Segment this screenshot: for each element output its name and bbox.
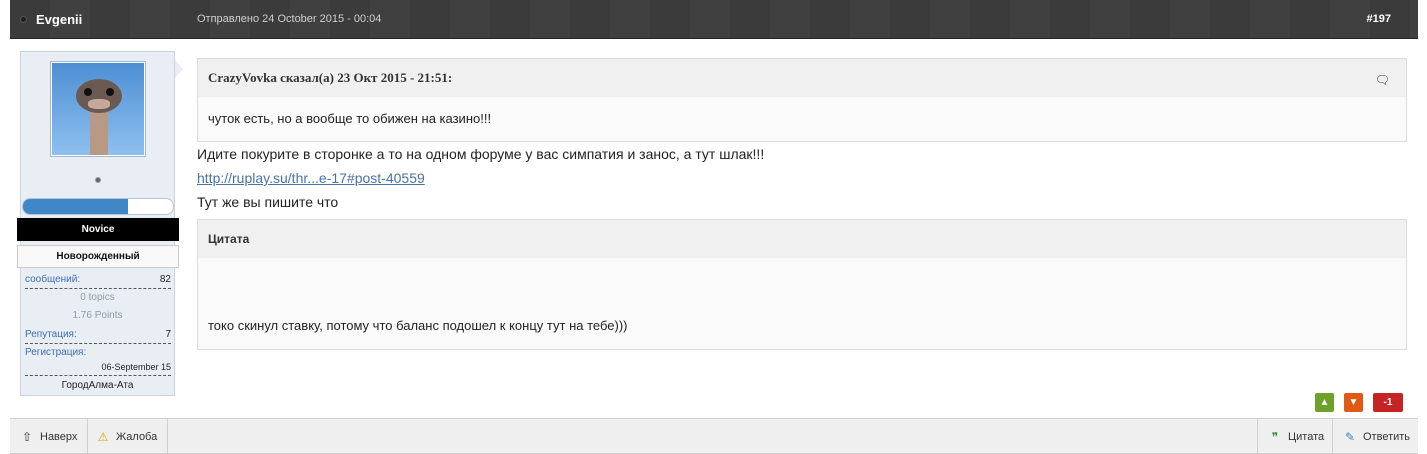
report-button[interactable]: ⚠ Жалоба bbox=[86, 419, 169, 454]
quote-icon: ❞ bbox=[1271, 429, 1279, 444]
view-quote-icon[interactable]: 🗨 bbox=[1375, 73, 1390, 87]
user-city: ГородАлма-Ата bbox=[61, 380, 134, 391]
quote-body: токо скинул ставку, потому что баланс по… bbox=[198, 258, 1406, 349]
stat-topics: 0 topics bbox=[80, 292, 115, 303]
post-footer: ⇧ Наверх ⚠ Жалоба ❞ Цитата ✎ Ответить bbox=[10, 418, 1418, 454]
arrow-up-icon: ⇧ bbox=[21, 429, 33, 444]
stat-reputation: Репутация: 7 bbox=[25, 326, 171, 344]
avatar-eye bbox=[84, 88, 92, 96]
stat-messages-value: 82 bbox=[159, 274, 171, 285]
vote-score: -1 bbox=[1373, 393, 1403, 412]
user-rank: Novice bbox=[17, 218, 179, 241]
post-text-line: Тут же вы пишите что bbox=[197, 194, 339, 210]
quote-header: Цитата bbox=[198, 220, 1406, 258]
avatar-image bbox=[52, 63, 144, 155]
vote-down-button[interactable]: ▼ bbox=[1344, 393, 1363, 412]
vote-up-button[interactable]: ▲ bbox=[1315, 393, 1334, 412]
quote-header: CrazyVovka сказал(а) 23 Окт 2015 - 21:51… bbox=[198, 59, 1406, 97]
post-link[interactable]: http://ruplay.su/thr...e-17#post-40559 bbox=[197, 170, 425, 186]
quote-block: CrazyVovka сказал(а) 23 Окт 2015 - 21:51… bbox=[197, 58, 1407, 142]
post-date: Отправлено 24 October 2015 - 00:04 bbox=[197, 13, 382, 25]
panel-arrow bbox=[175, 60, 183, 78]
avatar-eye bbox=[106, 88, 114, 96]
report-label: Жалоба bbox=[116, 430, 158, 443]
reply-label: Ответить bbox=[1363, 430, 1411, 443]
reputation-bar-fill bbox=[23, 199, 128, 214]
post-header: Evgenii Отправлено 24 October 2015 - 00:… bbox=[10, 0, 1418, 39]
back-to-top-label: Наверх bbox=[40, 430, 78, 443]
user-group: Новорожденный bbox=[17, 245, 179, 268]
user-panel: Novice Новорожденный сообщений: 82 0 top… bbox=[17, 51, 179, 396]
stat-registration-label: Регистрация: bbox=[25, 347, 87, 358]
reply-icon: ✎ bbox=[1344, 429, 1356, 444]
warning-icon: ⚠ bbox=[97, 429, 109, 444]
back-to-top-button[interactable]: ⇧ Наверх bbox=[10, 419, 89, 454]
stat-messages-label[interactable]: сообщений: bbox=[25, 274, 80, 285]
quote-button[interactable]: ❞ Цитата bbox=[1257, 419, 1334, 454]
avatar[interactable] bbox=[50, 61, 146, 157]
post-number-link[interactable]: #197 bbox=[1367, 13, 1391, 25]
quote-label: Цитата bbox=[1288, 430, 1325, 443]
avatar-beak bbox=[88, 99, 110, 109]
post-link-line: http://ruplay.su/thr...e-17#post-40559 bbox=[197, 170, 425, 186]
stat-reputation-value: 7 bbox=[165, 329, 171, 340]
post-text-line: Идите покурите в сторонке а то на одном … bbox=[197, 146, 765, 162]
quote-block: Цитата токо скинул ставку, потому что ба… bbox=[197, 219, 1407, 350]
stat-points: 1.76 Points bbox=[72, 310, 123, 321]
stat-messages: сообщений: 82 bbox=[25, 271, 171, 289]
online-status-icon bbox=[20, 16, 27, 23]
quote-body: чуток есть, но а вообще то обижен на каз… bbox=[198, 97, 1406, 141]
reply-button[interactable]: ✎ Ответить bbox=[1332, 419, 1420, 454]
presence-icon bbox=[95, 177, 101, 183]
stat-registration-value: 06-September 15 bbox=[25, 362, 171, 376]
post-author[interactable]: Evgenii bbox=[36, 12, 82, 27]
stat-reputation-label: Репутация: bbox=[25, 329, 77, 340]
reputation-bar bbox=[22, 198, 174, 215]
